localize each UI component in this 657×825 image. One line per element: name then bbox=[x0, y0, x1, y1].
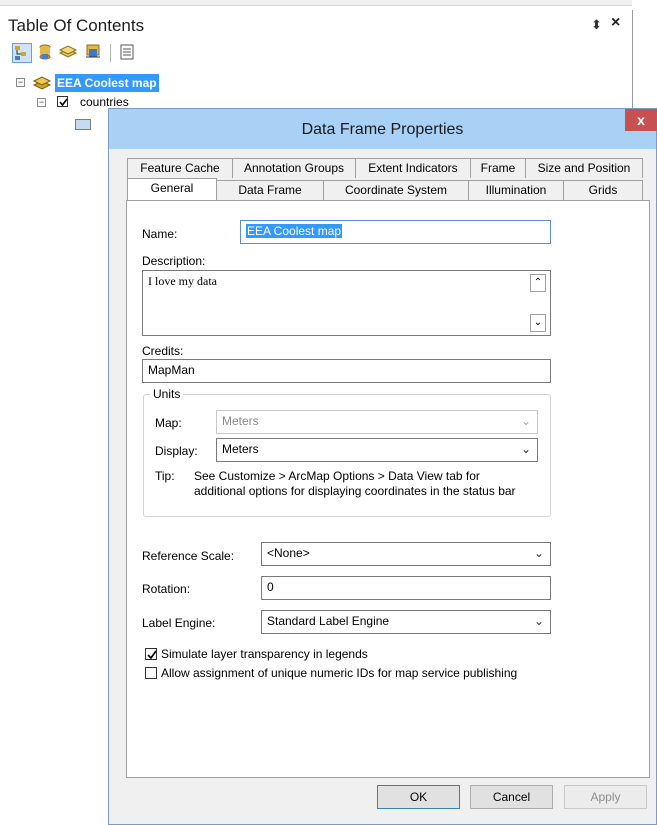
layers-icon bbox=[32, 73, 52, 91]
apply-button[interactable]: Apply bbox=[564, 785, 647, 809]
chevron-down-icon: ⌄ bbox=[520, 442, 531, 456]
map-units-value: Meters bbox=[222, 414, 259, 428]
chevron-down-icon: ⌄ bbox=[533, 614, 544, 628]
tab-grids[interactable]: Grids bbox=[563, 180, 643, 200]
simulate-transparency-label: Simulate layer transparency in legends bbox=[161, 647, 368, 661]
name-value: EEA Coolest map bbox=[246, 224, 343, 238]
simulate-transparency-checkbox[interactable] bbox=[145, 648, 157, 660]
ok-button[interactable]: OK bbox=[377, 785, 460, 809]
tab-coordinate-system[interactable]: Coordinate System bbox=[323, 180, 469, 200]
tip-line-2: additional options for displaying coordi… bbox=[194, 484, 516, 498]
rotation-value: 0 bbox=[267, 580, 274, 594]
label-engine-label: Label Engine: bbox=[142, 616, 216, 630]
reference-scale-value: <None> bbox=[267, 546, 310, 560]
reference-scale-select[interactable]: <None> ⌄ bbox=[261, 542, 551, 566]
description-label: Description: bbox=[142, 254, 206, 268]
map-units-label: Map: bbox=[155, 416, 182, 430]
chevron-down-icon: ⌄ bbox=[533, 546, 544, 560]
units-legend: Units bbox=[150, 387, 184, 401]
display-units-value: Meters bbox=[222, 442, 259, 456]
options-icon[interactable] bbox=[118, 43, 138, 63]
description-value: I love my data bbox=[148, 274, 217, 288]
description-field[interactable]: I love my data ⌃ ⌄ bbox=[142, 270, 551, 336]
allow-unique-ids-checkbox[interactable] bbox=[145, 667, 157, 679]
tip-line-1: See Customize > ArcMap Options > Data Vi… bbox=[194, 469, 480, 483]
layer-label[interactable]: countries bbox=[80, 95, 129, 109]
expand-layer-toggle[interactable]: − bbox=[37, 98, 46, 107]
list-by-drawing-order-icon[interactable] bbox=[12, 43, 32, 63]
layer-symbol-swatch[interactable] bbox=[75, 119, 91, 130]
credits-label: Credits: bbox=[142, 344, 184, 358]
name-label: Name: bbox=[142, 227, 178, 241]
units-group: Units Map: Meters ⌄ Display: Meters ⌄ Ti… bbox=[143, 387, 551, 517]
toc-title: Table Of Contents bbox=[8, 16, 145, 35]
allow-unique-ids-label: Allow assignment of unique numeric IDs f… bbox=[161, 666, 518, 680]
scroll-down-icon[interactable]: ⌄ bbox=[530, 314, 546, 332]
data-frame-properties-dialog: Data Frame Properties x Feature Cache An… bbox=[108, 108, 657, 825]
map-units-select: Meters ⌄ bbox=[216, 410, 538, 434]
tab-feature-cache[interactable]: Feature Cache bbox=[127, 158, 233, 178]
toc-close-icon[interactable]: × bbox=[611, 14, 620, 32]
rotation-label: Rotation: bbox=[142, 582, 191, 596]
pin-icon[interactable]: ⬍ bbox=[591, 17, 602, 33]
cancel-button[interactable]: Cancel bbox=[470, 785, 553, 809]
general-tab-panel: Name: EEA Coolest map Description: I lov… bbox=[126, 200, 650, 778]
pane-divider bbox=[632, 10, 633, 110]
scroll-up-icon[interactable]: ⌃ bbox=[530, 274, 546, 292]
toolbar-separator bbox=[110, 44, 111, 62]
label-engine-select[interactable]: Standard Label Engine ⌄ bbox=[261, 610, 551, 634]
name-field[interactable]: EEA Coolest map bbox=[240, 220, 551, 244]
list-by-selection-icon[interactable] bbox=[84, 43, 104, 63]
dialog-close-button[interactable]: x bbox=[625, 109, 657, 131]
tab-size-and-position[interactable]: Size and Position bbox=[525, 158, 643, 178]
tip-label: Tip: bbox=[155, 469, 175, 483]
list-by-visibility-icon[interactable] bbox=[58, 43, 78, 63]
tab-annotation-groups[interactable]: Annotation Groups bbox=[232, 158, 356, 178]
reference-scale-label: Reference Scale: bbox=[142, 549, 235, 563]
display-units-select[interactable]: Meters ⌄ bbox=[216, 438, 538, 462]
tab-data-frame[interactable]: Data Frame bbox=[216, 180, 324, 200]
tab-frame[interactable]: Frame bbox=[470, 158, 526, 178]
credits-value: MapMan bbox=[148, 363, 195, 377]
credits-field[interactable]: MapMan bbox=[142, 359, 551, 383]
chevron-down-icon: ⌄ bbox=[520, 414, 531, 428]
data-frame-label[interactable]: EEA Coolest map bbox=[55, 74, 159, 92]
display-units-label: Display: bbox=[155, 444, 198, 458]
dialog-titlebar[interactable]: Data Frame Properties x bbox=[109, 109, 657, 149]
dialog-title: Data Frame Properties bbox=[301, 121, 464, 138]
list-by-source-icon[interactable] bbox=[36, 43, 56, 63]
tab-illumination[interactable]: Illumination bbox=[468, 180, 564, 200]
toc-top-edge bbox=[0, 0, 632, 6]
label-engine-value: Standard Label Engine bbox=[267, 614, 390, 628]
layer-visibility-checkbox[interactable] bbox=[57, 96, 68, 107]
tab-extent-indicators[interactable]: Extent Indicators bbox=[355, 158, 471, 178]
tab-general[interactable]: General bbox=[127, 178, 217, 200]
rotation-field[interactable]: 0 bbox=[261, 576, 551, 600]
expand-data-frame-toggle[interactable]: − bbox=[16, 78, 25, 87]
